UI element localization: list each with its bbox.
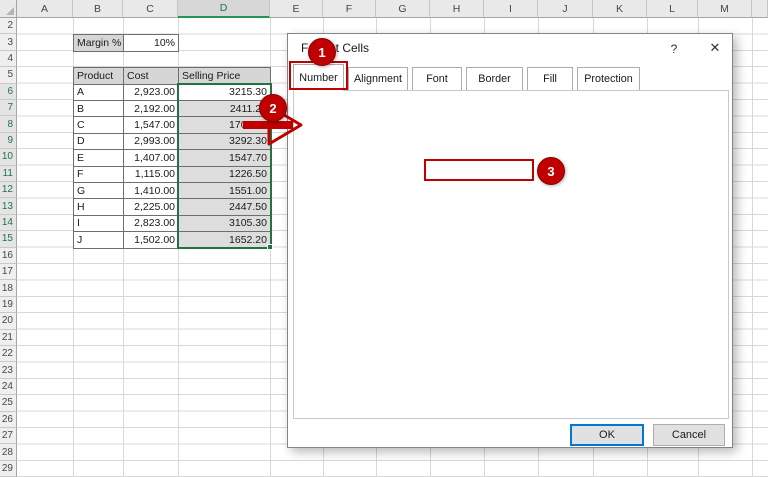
ok-button[interactable]: OK: [570, 424, 644, 446]
price-cell[interactable]: 1226.50: [178, 165, 271, 183]
price-cell[interactable]: 2447.50: [178, 198, 271, 216]
number-tab-page: [293, 90, 729, 419]
cancel-button[interactable]: Cancel: [653, 424, 725, 446]
help-icon[interactable]: ?: [666, 42, 682, 56]
cost-cell[interactable]: 1,115.00: [123, 165, 179, 183]
cost-header-cell[interactable]: Cost: [123, 67, 179, 85]
price-cell[interactable]: 1551.00: [178, 182, 271, 200]
cost-cell[interactable]: 1,502.00: [123, 231, 179, 249]
product-cell[interactable]: G: [73, 182, 124, 200]
tab-fill[interactable]: Fill: [527, 67, 573, 91]
margin-value-cell[interactable]: 10%: [123, 34, 179, 52]
tab-border[interactable]: Border: [466, 67, 523, 91]
product-cell[interactable]: I: [73, 214, 124, 233]
price-cell[interactable]: 3105.30: [178, 214, 271, 233]
product-cell[interactable]: J: [73, 231, 124, 249]
fill-handle[interactable]: [267, 243, 273, 250]
product-header-cell[interactable]: Product: [73, 67, 124, 85]
close-icon[interactable]: ✕: [706, 40, 724, 56]
price-cell[interactable]: 1652.20: [178, 231, 271, 249]
excel-window: ABCDEFGHIJKLM 2 3 4 5 6 7 8 9 10 11 12 13 14 15 16 17 18…: [0, 0, 768, 477]
cost-cell[interactable]: 2,923.00: [123, 83, 179, 101]
tab-alignment[interactable]: Alignment: [348, 67, 408, 91]
dialog-tabs: Number Alignment Font Border Fill Protection: [293, 64, 644, 91]
price-cell[interactable]: 1701.70: [178, 116, 271, 134]
step2-badge: 2: [259, 94, 287, 122]
margin-label-cell[interactable]: Margin %: [73, 34, 124, 52]
format-cells-dialog: Format Cells ? ✕ NumberAlignmentFontBord…: [287, 33, 733, 448]
product-cell[interactable]: B: [73, 100, 124, 118]
product-cell[interactable]: F: [73, 165, 124, 183]
price-cell[interactable]: 2411.20: [178, 100, 271, 118]
step3-badge: 3: [537, 157, 565, 185]
tab-protection[interactable]: Protection: [577, 67, 640, 91]
cost-cell[interactable]: 1,407.00: [123, 149, 179, 167]
cost-cell[interactable]: 2,993.00: [123, 132, 179, 151]
step1-badge: 1: [308, 38, 336, 66]
price-cell[interactable]: 3292.30: [178, 132, 271, 151]
cost-cell[interactable]: 1,547.00: [123, 116, 179, 134]
cost-cell[interactable]: 2,225.00: [123, 198, 179, 216]
tab-number[interactable]: Number: [293, 64, 344, 91]
product-cell[interactable]: D: [73, 132, 124, 151]
price-cell[interactable]: 1547.70: [178, 149, 271, 167]
product-cell[interactable]: C: [73, 116, 124, 134]
cost-cell[interactable]: 2,192.00: [123, 100, 179, 118]
price-cell[interactable]: 3215.30: [178, 83, 271, 101]
cost-cell[interactable]: 2,823.00: [123, 214, 179, 233]
tab-font[interactable]: Font: [412, 67, 462, 91]
cost-cell[interactable]: 1,410.00: [123, 182, 179, 200]
product-cell[interactable]: H: [73, 198, 124, 216]
product-cell[interactable]: E: [73, 149, 124, 167]
selling-price-header-cell[interactable]: Selling Price: [178, 67, 271, 85]
product-cell[interactable]: A: [73, 83, 124, 101]
